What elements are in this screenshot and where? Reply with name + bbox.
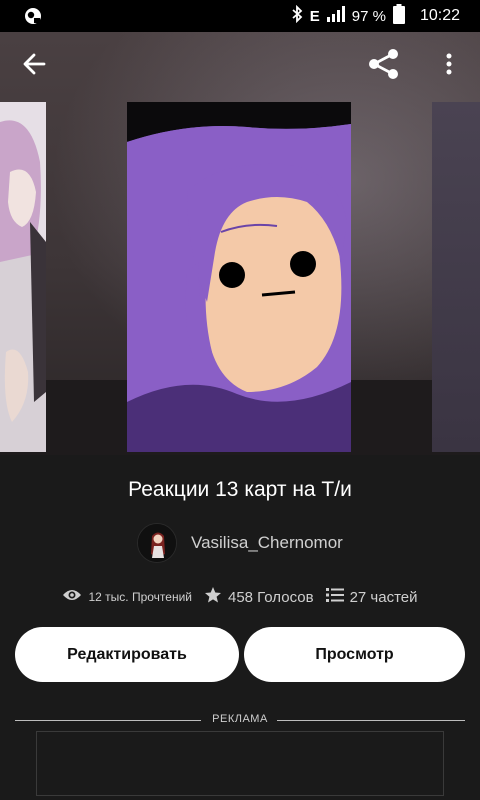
- view-button[interactable]: Просмотр: [244, 627, 465, 682]
- app-notification-icon: [22, 5, 44, 27]
- story-title: Реакции 13 карт на Т/и: [128, 478, 352, 501]
- reads-stat: 12 тыс. Прочтений: [62, 588, 192, 607]
- ad-label: РЕКЛАМА: [212, 713, 268, 725]
- reads-count: 12 тыс. Прочтений: [88, 590, 192, 604]
- status-icons: E 97 % 10:22: [291, 0, 460, 32]
- arrow-left-icon: [22, 51, 48, 82]
- previous-cover[interactable]: [0, 102, 46, 452]
- ad-divider-right: [277, 720, 465, 721]
- author-avatar: [137, 523, 177, 563]
- author-link[interactable]: Vasilisa_Chernomor: [137, 523, 343, 563]
- author-name: Vasilisa_Chernomor: [191, 533, 343, 552]
- ad-divider-left: [15, 720, 201, 721]
- share-icon: [367, 47, 401, 86]
- parts-stat: 27 частей: [325, 587, 418, 608]
- edit-button[interactable]: Редактировать: [15, 627, 239, 682]
- story-cover[interactable]: [127, 102, 351, 452]
- network-type: E: [309, 7, 320, 25]
- list-icon: [325, 587, 344, 608]
- story-stats: 12 тыс. Прочтений 458 Голосов 27 частей: [0, 584, 480, 610]
- eye-icon: [62, 588, 82, 607]
- bluetooth-icon: [291, 4, 303, 27]
- share-button[interactable]: [362, 44, 406, 88]
- more-vertical-icon: [445, 53, 453, 80]
- status-bar: E 97 % 10:22: [0, 0, 480, 32]
- more-options-button[interactable]: [427, 44, 471, 88]
- battery-percent: 97 %: [351, 7, 386, 25]
- votes-count: 458 Голосов: [227, 588, 314, 606]
- next-cover[interactable]: [432, 102, 480, 452]
- star-icon: [204, 586, 222, 609]
- battery-icon: [392, 4, 405, 28]
- ad-slot[interactable]: [36, 731, 444, 796]
- clock: 10:22: [419, 7, 460, 24]
- back-button[interactable]: [13, 44, 57, 88]
- parts-count: 27 частей: [349, 588, 418, 606]
- signal-icon: [326, 6, 345, 26]
- votes-stat: 458 Голосов: [204, 586, 314, 609]
